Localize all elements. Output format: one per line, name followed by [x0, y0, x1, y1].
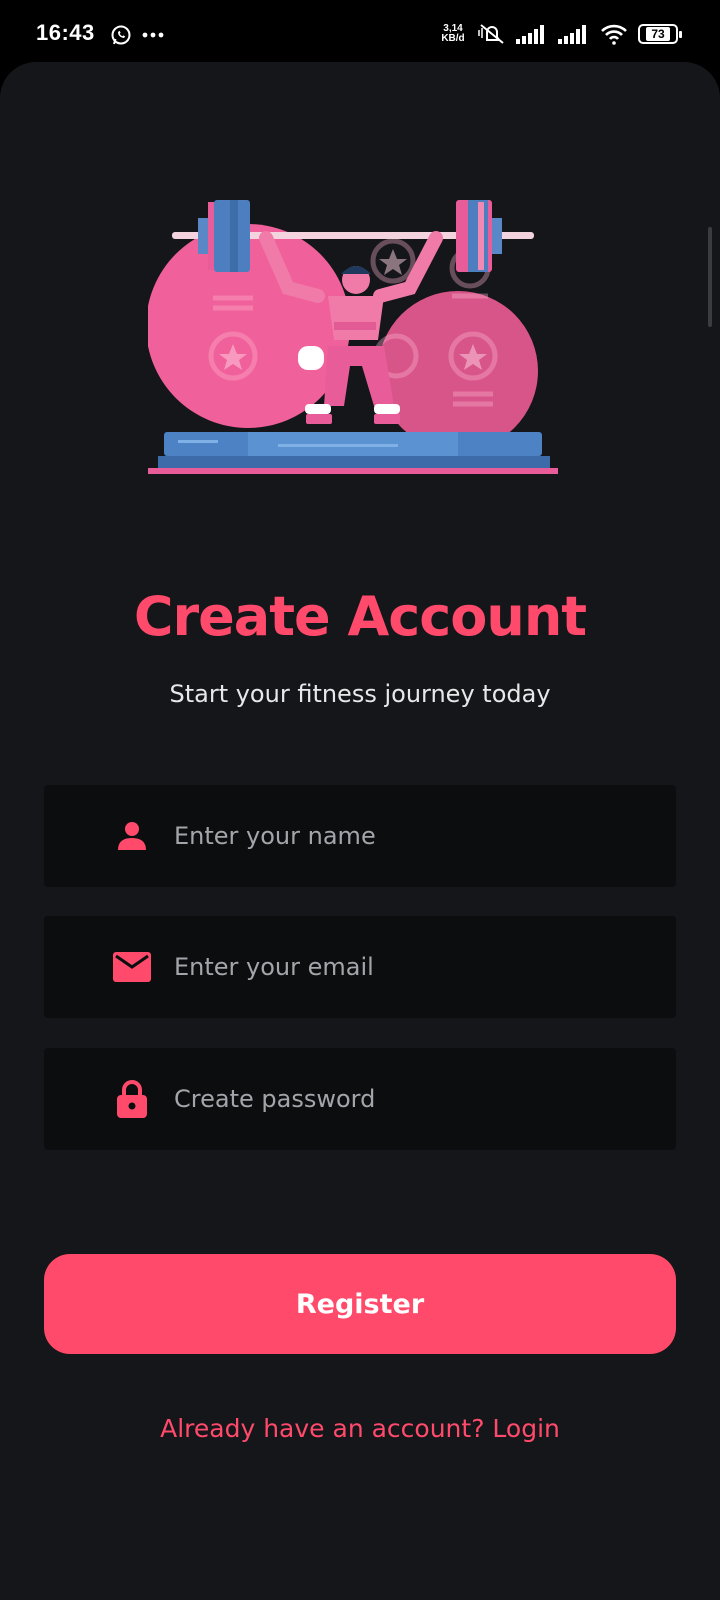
wifi-icon: [601, 24, 627, 45]
register-button[interactable]: Register: [44, 1254, 676, 1354]
login-link[interactable]: Already have an account? Login: [0, 1414, 720, 1443]
email-input[interactable]: [174, 953, 676, 981]
email-field[interactable]: [44, 916, 676, 1018]
name-field[interactable]: [44, 785, 676, 887]
password-input[interactable]: [174, 1085, 676, 1113]
lock-icon: [108, 1079, 156, 1119]
status-time: 16:43: [36, 20, 95, 45]
signal-icon: [516, 25, 544, 44]
mail-icon: [108, 952, 156, 982]
signal-icon: [558, 25, 586, 44]
person-icon: [108, 819, 156, 853]
page-title: Create Account: [133, 585, 587, 648]
name-input[interactable]: [174, 822, 676, 850]
status-left-icons: [110, 24, 164, 46]
net-speed-unit: KB/d: [441, 33, 465, 44]
more-dots-icon: [142, 32, 164, 38]
mute-vibrate-icon: [478, 24, 504, 44]
whatsapp-icon: [111, 25, 131, 45]
status-bar: 16:43 3,14 KB/d 73: [0, 0, 720, 62]
password-field[interactable]: [44, 1048, 676, 1150]
battery-icon: 73: [638, 24, 682, 44]
page-subtitle: Start your fitness journey today: [169, 680, 551, 708]
net-speed: 3,14 KB/d: [438, 24, 468, 44]
weightlifter-illustration: [148, 200, 558, 474]
status-right-icons: 3,14 KB/d 73: [438, 22, 682, 46]
scrollbar[interactable]: [708, 227, 712, 327]
battery-level: 73: [646, 27, 670, 41]
